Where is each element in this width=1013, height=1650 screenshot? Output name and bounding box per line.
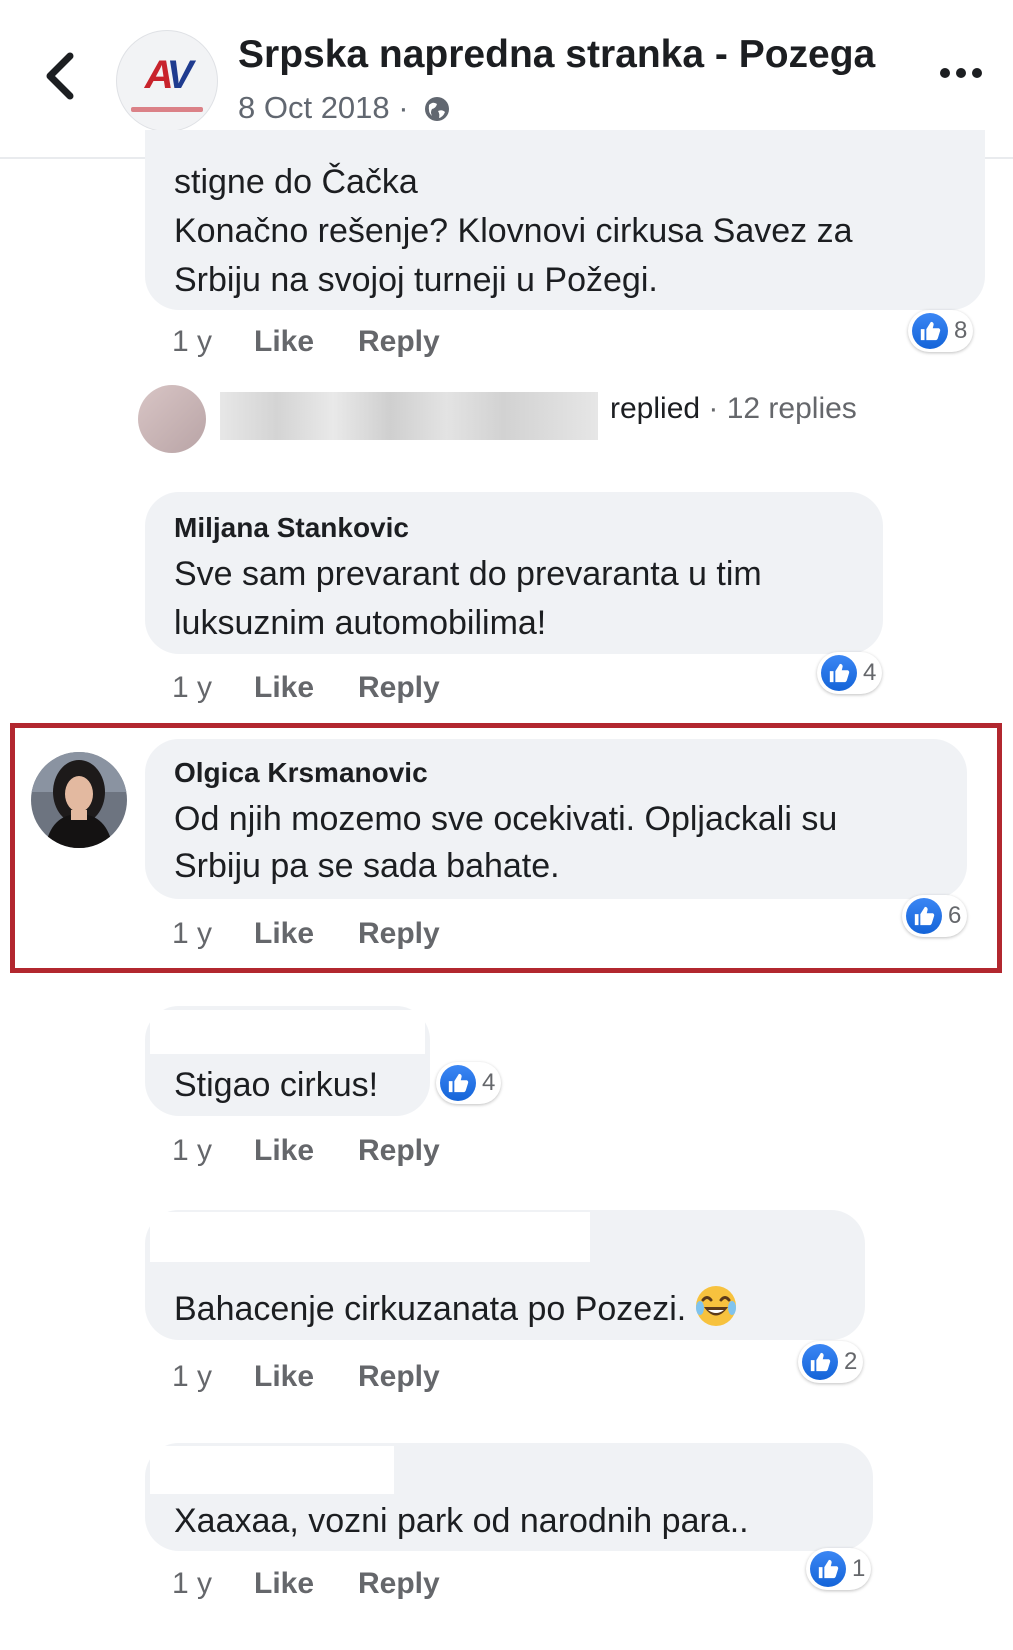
reaction-number: 2 [844, 1348, 858, 1375]
like-button[interactable]: Like [254, 1567, 314, 1601]
like-icon [802, 1344, 838, 1380]
comment-text-line: Srbiju pa se sada bahate. [174, 847, 560, 885]
comment-text-line: Bahacenje cirkuzanata po Pozezi. [174, 1284, 738, 1334]
comment-time[interactable]: 1 y [172, 671, 212, 705]
comment-author[interactable]: Olgica Krsmanovic [174, 757, 428, 789]
like-icon [810, 1551, 846, 1587]
reaction-number: 6 [948, 902, 962, 929]
page-logo-underline [131, 107, 203, 112]
comment-text-line: luksuznim automobilima! [174, 604, 547, 642]
replied-label: replied [610, 392, 701, 425]
reply-button[interactable]: Reply [358, 325, 440, 359]
blurred-name [220, 392, 598, 440]
reaction-count[interactable]: 4 [436, 1062, 502, 1104]
comment-text: Bahacenje cirkuzanata po Pozezi. [174, 1290, 687, 1328]
comment-author[interactable]: Miljana Stankovic [174, 512, 409, 544]
comment-text-line: Srbiju na svojoj turneji u Požegi. [174, 261, 658, 299]
hidden-author [150, 1446, 394, 1494]
reaction-count[interactable]: 8 [908, 310, 974, 352]
reply-button[interactable]: Reply [358, 1360, 440, 1394]
page-avatar[interactable]: AV [116, 30, 218, 132]
avatar[interactable] [31, 752, 127, 848]
blurred-avatar [138, 385, 206, 453]
post-date[interactable]: 8 Oct 2018 [238, 90, 390, 125]
like-button[interactable]: Like [254, 325, 314, 359]
reaction-number: 4 [482, 1069, 496, 1096]
more-options-icon[interactable] [938, 58, 984, 88]
replies-summary[interactable]: replied · 12 replies [610, 392, 857, 426]
comment-time[interactable]: 1 y [172, 1134, 212, 1168]
like-button[interactable]: Like [254, 1134, 314, 1168]
reaction-count[interactable]: 6 [902, 895, 968, 937]
laughing-emoji-icon [696, 1286, 737, 1326]
reply-button[interactable]: Reply [358, 917, 440, 951]
like-button[interactable]: Like [254, 1360, 314, 1394]
replies-count: · 12 replies [700, 392, 857, 425]
like-button[interactable]: Like [254, 671, 314, 705]
like-icon [906, 898, 942, 934]
page-logo: AV [144, 53, 194, 97]
back-arrow-icon[interactable] [38, 46, 86, 106]
like-icon [912, 313, 948, 349]
post-meta: 8 Oct 2018 · [238, 90, 451, 126]
comment-text-line: stigne do Čačka [174, 163, 418, 201]
comment-time[interactable]: 1 y [172, 1567, 212, 1601]
reaction-count[interactable]: 2 [798, 1341, 864, 1383]
hidden-author [150, 1212, 590, 1262]
reaction-count[interactable]: 1 [806, 1548, 872, 1590]
page-title[interactable]: Srpska napredna stranka - Pozega [238, 33, 875, 77]
reaction-number: 1 [852, 1555, 866, 1582]
comment-time[interactable]: 1 y [172, 917, 212, 951]
like-button[interactable]: Like [254, 917, 314, 951]
globe-icon [425, 97, 450, 121]
reply-button[interactable]: Reply [358, 671, 440, 705]
reaction-number: 8 [954, 317, 968, 344]
comment-text-line: Sve sam prevarant do prevaranta u tim [174, 555, 762, 593]
reaction-count[interactable]: 4 [817, 652, 883, 694]
comment-time[interactable]: 1 y [172, 325, 212, 359]
reply-button[interactable]: Reply [358, 1134, 440, 1168]
like-icon [821, 655, 857, 691]
comment-time[interactable]: 1 y [172, 1360, 212, 1394]
hidden-author [150, 1010, 425, 1054]
comment-text-line: Konačno rešenje? Klovnovi cirkusa Savez … [174, 212, 853, 250]
like-icon [440, 1065, 476, 1101]
meta-separator: · [389, 90, 418, 125]
reaction-number: 4 [863, 659, 877, 686]
reply-button[interactable]: Reply [358, 1567, 440, 1601]
comment-text-line: Xaaxaa, vozni park od narodnih para.. [174, 1502, 749, 1540]
comment-text-line: Od njih mozemo sve ocekivati. Opljackali… [174, 800, 838, 838]
comment-text-line: Stigao cirkus! [174, 1066, 379, 1104]
